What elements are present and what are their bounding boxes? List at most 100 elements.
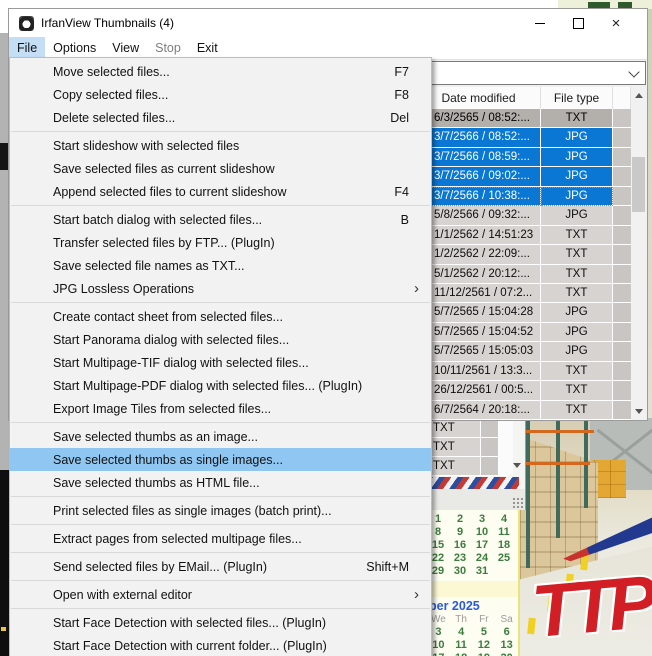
menu-item[interactable]: Send selected files by EMail... (PlugIn)… [10,555,431,578]
titlebar[interactable]: IrfanView Thumbnails (4) × [9,9,647,37]
file-row-extra-cell [613,342,631,361]
menu-separator [11,580,430,581]
fragment-scroll-track[interactable] [499,419,513,438]
menu-item[interactable]: Create contact sheet from selected files… [10,305,431,328]
fragment-file-row[interactable]: TXT [427,457,525,476]
fragment-scroll-track[interactable] [499,457,513,476]
calendar-day[interactable]: 18 [493,539,515,552]
calendar-day[interactable]: 23 [449,552,471,565]
menu-item-shortcut: F8 [394,88,421,102]
fragment-file-row[interactable]: TXT [427,438,525,457]
menu-item[interactable]: Print selected files as single images (b… [10,499,431,522]
menu-item[interactable]: Start Panorama dialog with selected file… [10,328,431,351]
menu-item[interactable]: Start Multipage-TIF dialog with selected… [10,351,431,374]
menu-item[interactable]: Save selected thumbs as single images... [10,448,431,471]
close-button[interactable]: × [597,9,635,37]
menu-item[interactable]: Start batch dialog with selected files..… [10,208,431,231]
calendar-day[interactable]: 12 [473,639,496,652]
file-row-type: TXT [541,362,613,381]
calendar-day[interactable]: 19 [473,652,496,656]
calendar-week-row: 293031 [427,565,518,578]
calendar-day[interactable]: 25 [493,552,515,565]
menu-item-label: Send selected files by EMail... (PlugIn) [53,560,366,574]
menu-item[interactable]: Move selected files...F7 [10,60,431,83]
calendar-day[interactable]: 2 [449,513,471,526]
resize-grip[interactable] [512,497,523,508]
fragment-file-row[interactable]: TXT [427,419,525,438]
menu-item[interactable]: Save selected thumbs as HTML file... [10,471,431,494]
submenu-arrow-icon: › [414,281,421,296]
menu-item[interactable]: Append selected files to current slidesh… [10,180,431,203]
calendar-day[interactable]: 11 [493,526,515,539]
menu-item[interactable]: Open with external editor› [10,583,431,606]
menu-item-label: Save selected thumbs as HTML file... [53,476,421,490]
file-row-type: TXT [541,265,613,284]
menu-item[interactable]: Copy selected files...F8 [10,83,431,106]
menu-item-label: Transfer selected files by FTP... (PlugI… [53,236,421,250]
calendar-day[interactable]: 31 [471,565,493,578]
rack-post [556,418,560,538]
calendar-day[interactable]: 9 [449,526,471,539]
calendar-day[interactable]: 24 [471,552,493,565]
menubar-item-file[interactable]: File [9,37,45,59]
menu-item[interactable]: Transfer selected files by FTP... (PlugI… [10,231,431,254]
file-row-extra-cell [613,206,631,225]
scroll-down-icon [635,409,643,414]
menu-item[interactable]: Save selected files as current slideshow [10,157,431,180]
file-row-type: JPG [541,323,613,342]
column-header-extra [613,87,631,109]
calendar-day[interactable]: 6 [495,626,518,639]
menu-item[interactable]: Export Image Tiles from selected files..… [10,397,431,420]
file-row-type: JPG [541,128,613,147]
minimize-button[interactable] [521,9,559,37]
fragment-file-type: TXT [427,457,481,476]
menu-item-label: Save selected file names as TXT... [53,259,421,273]
menu-item[interactable]: Extract pages from selected multipage fi… [10,527,431,550]
column-header-file-type[interactable]: File type [541,87,613,109]
menubar-item-view[interactable]: View [104,37,147,59]
calendar-day[interactable]: 20 [495,652,518,656]
menu-item[interactable]: Delete selected files...Del [10,106,431,129]
calendar-day[interactable]: 30 [449,565,471,578]
menu-item[interactable]: JPG Lossless Operations› [10,277,431,300]
calendar-day[interactable]: 18 [450,652,473,656]
calendar-day[interactable]: 17 [471,539,493,552]
scroll-up-button[interactable] [631,87,646,104]
calendar-window: 12348910111516171822232425293031 ber 202… [427,510,520,656]
calendar-week-row: 15161718 [427,539,518,552]
scroll-down-button[interactable] [631,403,646,420]
calendar-day[interactable]: 13 [495,639,518,652]
menu-item[interactable]: Start Face Detection with selected files… [10,611,431,634]
scrollbar-thumb[interactable] [632,157,645,212]
menu-item[interactable]: Start Face Detection with current folder… [10,634,431,656]
calendar-day[interactable]: 4 [450,626,473,639]
calendar-week-row: 10111213 [427,639,518,652]
menu-item-shortcut: B [401,213,421,227]
calendar-month-header: ber 2025 [427,597,518,614]
file-row-type: TXT [541,245,613,264]
calendar-day[interactable]: 5 [473,626,496,639]
calendar-day[interactable]: 16 [449,539,471,552]
menu-item[interactable]: Save selected file names as TXT... [10,254,431,277]
menu-item[interactable]: Save selected thumbs as an image... [10,425,431,448]
maximize-button[interactable] [559,9,597,37]
calendar-day[interactable]: 10 [471,526,493,539]
menubar-item-stop[interactable]: Stop [147,37,189,59]
menu-item[interactable]: Start slideshow with selected files [10,134,431,157]
fragment-scroll-track[interactable] [499,438,513,457]
calendar-day[interactable]: 11 [450,639,473,652]
menubar-item-options[interactable]: Options [45,37,104,59]
menu-item-label: JPG Lossless Operations [53,282,414,296]
calendar-day[interactable]: 4 [493,513,515,526]
menu-item[interactable]: Start Multipage-PDF dialog with selected… [10,374,431,397]
menubar-item-exit[interactable]: Exit [189,37,226,59]
file-row-type: TXT [541,226,613,245]
warehouse-photo: TTP [520,418,652,656]
calendar-day[interactable]: 3 [471,513,493,526]
vertical-scrollbar[interactable] [631,87,646,420]
scroll-down-icon[interactable] [513,463,521,468]
menu-item-label: Start slideshow with selected files [53,139,421,153]
menu-separator [11,552,430,553]
file-row-extra-cell [613,401,631,420]
menu-separator [11,205,430,206]
